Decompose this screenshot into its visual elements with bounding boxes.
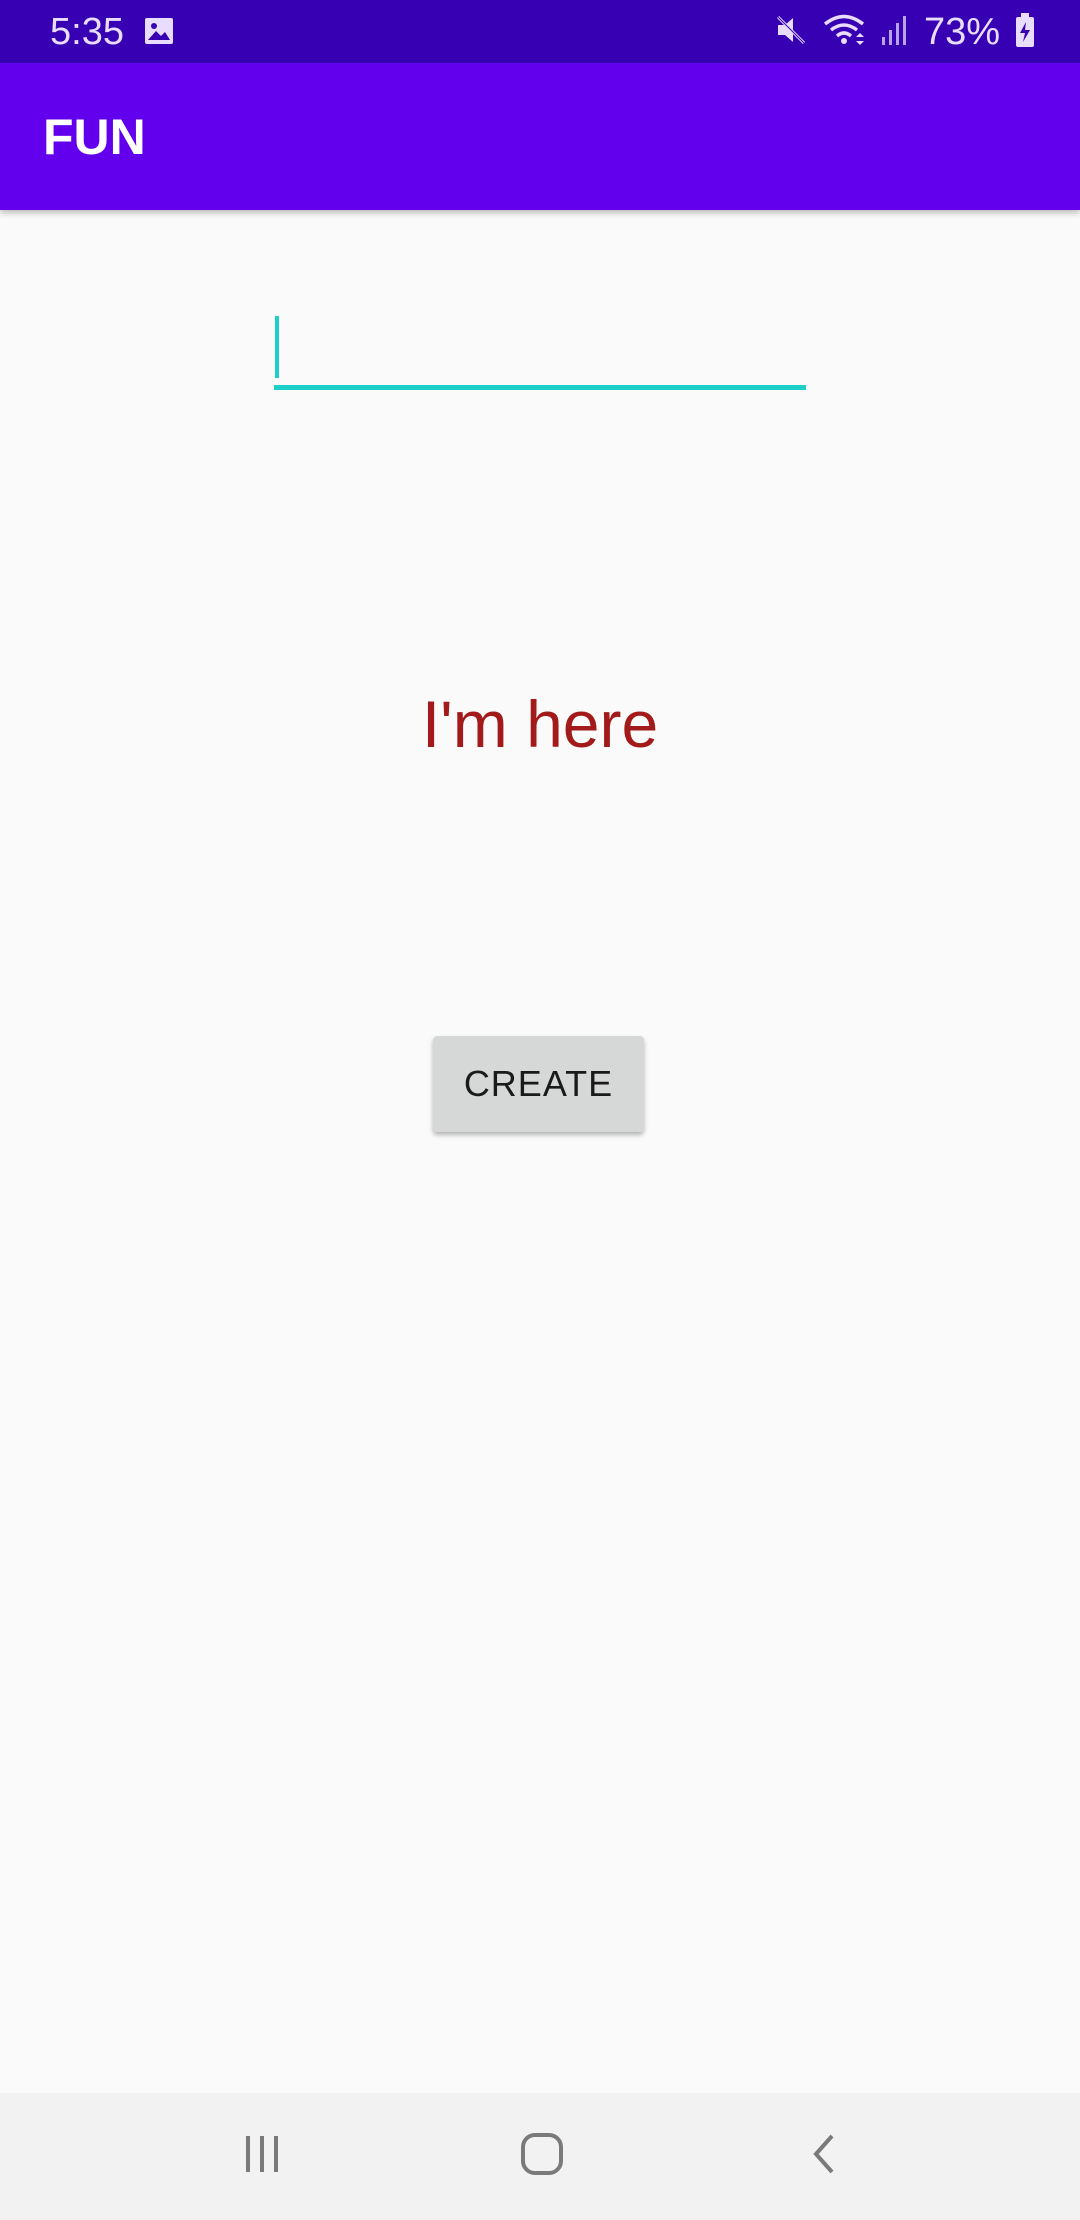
nav-bar [0, 2093, 1080, 2220]
back-icon [804, 2130, 844, 2183]
image-icon [143, 15, 175, 47]
recents-button[interactable] [182, 2093, 342, 2220]
signal-icon [880, 13, 910, 52]
text-cursor [275, 316, 279, 378]
status-time: 5:35 [50, 11, 124, 53]
text-input[interactable] [284, 312, 798, 384]
wifi-icon [822, 13, 866, 52]
create-button[interactable]: CREATE [433, 1036, 644, 1132]
message-text: I'm here [421, 687, 659, 761]
app-screen: 5:35 73% FUN I'm here CREATE [0, 0, 1080, 2220]
text-field[interactable] [274, 312, 806, 390]
status-bar: 5:35 73% [0, 0, 1080, 63]
home-icon [518, 2130, 566, 2183]
app-title: FUN [43, 109, 146, 165]
text-field-underline [274, 385, 806, 390]
back-button[interactable] [744, 2093, 904, 2220]
battery-percent: 73% [923, 11, 1000, 53]
recents-icon [240, 2132, 284, 2181]
mute-icon [774, 13, 808, 52]
battery-charging-icon [1014, 12, 1036, 53]
status-icons: 73% [774, 10, 1036, 54]
home-button[interactable] [462, 2093, 622, 2220]
app-bar: FUN [0, 63, 1080, 210]
